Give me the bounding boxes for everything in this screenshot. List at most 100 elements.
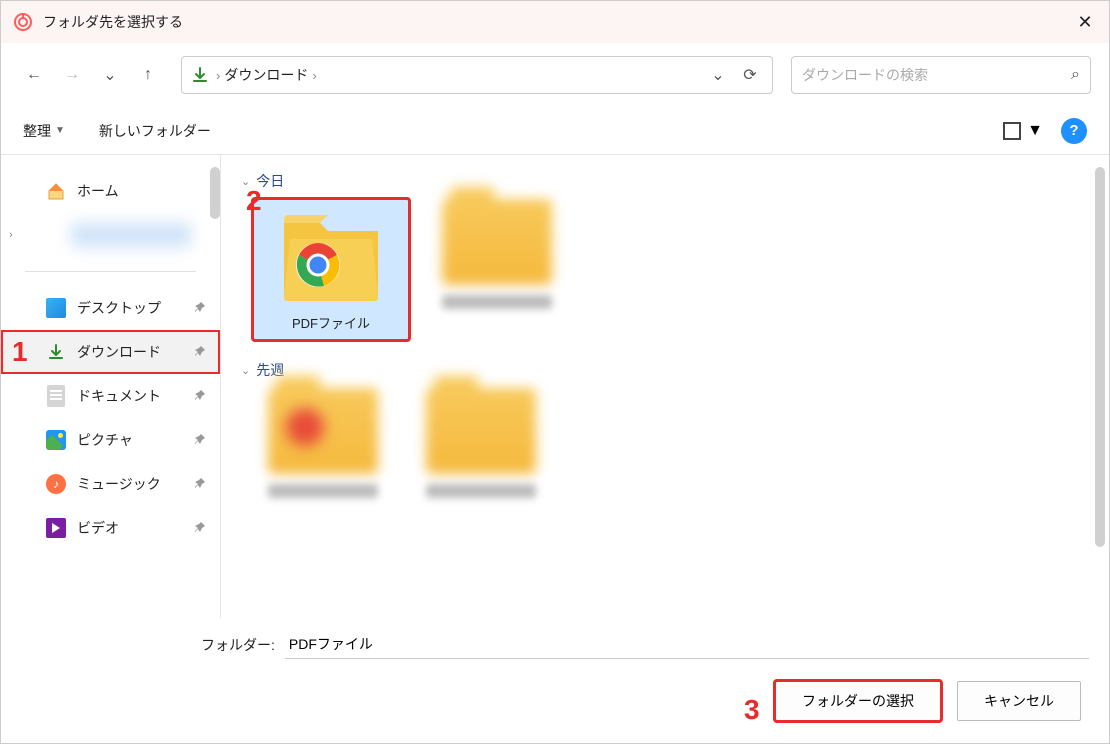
annotation-1: 1	[12, 336, 28, 368]
pictures-icon	[45, 429, 67, 451]
forward-button[interactable]: →	[57, 60, 87, 90]
caret-down-icon: ▼	[55, 125, 65, 136]
pin-icon[interactable]	[194, 345, 206, 360]
help-button[interactable]: ?	[1061, 118, 1087, 144]
sidebar-item-label: ビデオ	[77, 518, 119, 538]
redacted-label	[71, 223, 191, 247]
folder-name-row: フォルダー:	[201, 630, 1089, 659]
path-separator: ›	[216, 68, 220, 83]
up-button[interactable]: ↑	[133, 60, 163, 90]
footer: フォルダー: フォルダーの選択 キャンセル	[1, 618, 1109, 743]
folder-icon	[442, 199, 552, 285]
app-icon	[13, 12, 33, 32]
refresh-button[interactable]: ⟳	[734, 59, 766, 91]
organize-label: 整理	[23, 121, 51, 141]
content-wrap: ⌄ 今日	[221, 155, 1109, 618]
path-segment-downloads[interactable]: ダウンロード	[224, 65, 308, 85]
close-icon: ✕	[1077, 12, 1092, 33]
view-toggle[interactable]: ▼	[1003, 122, 1043, 140]
pin-icon[interactable]	[194, 389, 206, 404]
recent-locations-button[interactable]: ⌄	[95, 60, 125, 90]
folder-item-redacted[interactable]	[253, 388, 393, 508]
music-icon: ♪	[45, 473, 67, 495]
redacted-label	[442, 295, 552, 309]
sidebar-item-label: ミュージック	[77, 474, 161, 494]
back-icon: ←	[26, 66, 42, 84]
forward-icon: →	[64, 66, 80, 84]
redacted-label	[268, 484, 378, 498]
titlebar-left: フォルダ先を選択する	[13, 12, 183, 32]
group-today[interactable]: ⌄ 今日	[235, 165, 1095, 199]
toolbar: 整理 ▼ 新しいフォルダー ▼ ?	[1, 107, 1109, 155]
desktop-icon	[45, 297, 67, 319]
folder-name-input[interactable]	[285, 630, 1089, 659]
sidebar-item-label: ドキュメント	[77, 386, 161, 406]
window-title: フォルダ先を選択する	[43, 12, 183, 32]
content-scrollbar[interactable]	[1095, 167, 1105, 547]
items-row-last-week	[235, 388, 1095, 508]
sidebar-item-pictures[interactable]: ピクチャ	[1, 418, 220, 462]
new-folder-label: 新しいフォルダー	[99, 121, 211, 141]
chevron-down-icon: ⌄	[711, 65, 724, 85]
search-box[interactable]: ⌕	[791, 56, 1091, 94]
close-button[interactable]: ✕	[1061, 1, 1109, 43]
chevron-down-icon: ⌄	[103, 65, 116, 85]
folder-item-redacted[interactable]	[427, 199, 567, 319]
annotation-3: 3	[744, 694, 760, 726]
pin-icon[interactable]	[194, 301, 206, 316]
items-row-today: PDFファイル	[235, 199, 1095, 340]
up-icon: ↑	[144, 66, 152, 84]
folder-label: フォルダー:	[201, 635, 275, 655]
pin-icon[interactable]	[194, 433, 206, 448]
folder-select-dialog: フォルダ先を選択する ✕ ← → ⌄ ↑ › ダウンロード › ⌄ ⟳ ⌕	[0, 0, 1110, 744]
redacted-label	[426, 484, 536, 498]
back-button[interactable]: ←	[19, 60, 49, 90]
sidebar-item-label: ピクチャ	[77, 430, 133, 450]
address-dropdown-button[interactable]: ⌄	[702, 59, 734, 91]
content-pane[interactable]: ⌄ 今日	[221, 155, 1109, 618]
sidebar-item-redacted[interactable]: ›	[1, 213, 220, 257]
sidebar-item-label: デスクトップ	[77, 298, 161, 318]
downloads-path-icon	[188, 66, 212, 84]
refresh-icon: ⟳	[743, 65, 756, 85]
group-last-week[interactable]: ⌄ 先週	[235, 354, 1095, 388]
pin-icon[interactable]	[194, 521, 206, 536]
folder-label: PDFファイル	[292, 313, 370, 332]
folder-chrome-icon	[276, 207, 386, 305]
titlebar: フォルダ先を選択する ✕	[1, 1, 1109, 43]
path-separator: ›	[312, 68, 316, 83]
annotation-2: 2	[246, 185, 262, 217]
sidebar-item-home[interactable]: ホーム	[1, 169, 220, 213]
sidebar-item-downloads[interactable]: ダウンロード	[1, 330, 220, 374]
pin-icon[interactable]	[194, 477, 206, 492]
cancel-button[interactable]: キャンセル	[957, 681, 1081, 721]
address-bar[interactable]: › ダウンロード › ⌄ ⟳	[181, 56, 773, 94]
folder-item-redacted[interactable]	[411, 388, 551, 508]
organize-menu[interactable]: 整理 ▼	[23, 121, 65, 141]
home-icon	[45, 180, 67, 202]
nav-row: ← → ⌄ ↑ › ダウンロード › ⌄ ⟳ ⌕	[1, 43, 1109, 107]
sidebar-item-videos[interactable]: ビデオ	[1, 506, 220, 550]
sidebar-item-documents[interactable]: ドキュメント	[1, 374, 220, 418]
folder-item-pdf[interactable]: PDFファイル	[253, 199, 409, 340]
select-folder-button[interactable]: フォルダーの選択	[775, 681, 941, 721]
main-area: ホーム › デスクトップ ダウンロード	[1, 155, 1109, 618]
folder-icon	[268, 388, 378, 474]
folder-icon	[426, 388, 536, 474]
search-input[interactable]	[802, 67, 1071, 83]
caret-down-icon: ▼	[1027, 122, 1043, 140]
button-row: フォルダーの選択 キャンセル	[21, 681, 1089, 721]
expand-icon[interactable]: ›	[9, 229, 23, 241]
search-icon[interactable]: ⌕	[1071, 66, 1080, 84]
sidebar-divider	[25, 271, 196, 272]
sidebar-item-label: ホーム	[77, 181, 119, 201]
sidebar-item-desktop[interactable]: デスクトップ	[1, 286, 220, 330]
view-icon	[1003, 122, 1021, 140]
new-folder-button[interactable]: 新しいフォルダー	[99, 121, 211, 141]
sidebar: ホーム › デスクトップ ダウンロード	[1, 155, 221, 618]
chevron-down-icon: ⌄	[241, 364, 250, 377]
videos-icon	[45, 517, 67, 539]
sidebar-item-music[interactable]: ♪ ミュージック	[1, 462, 220, 506]
sidebar-item-label: ダウンロード	[77, 342, 161, 362]
documents-icon	[45, 385, 67, 407]
